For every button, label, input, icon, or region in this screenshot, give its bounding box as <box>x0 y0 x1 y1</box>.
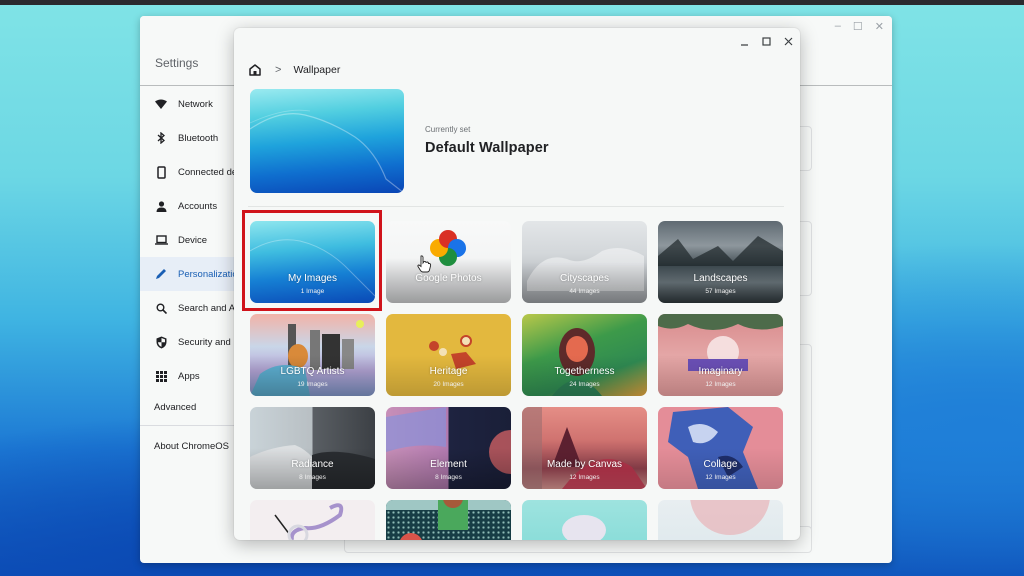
search-icon <box>154 301 168 315</box>
wifi-icon <box>154 97 168 111</box>
collection-name: Landscapes <box>693 273 748 284</box>
collection-count: 44 Images <box>569 288 600 295</box>
collection-count: 12 Images <box>705 381 736 388</box>
section-divider <box>248 206 784 207</box>
collection-partial[interactable] <box>522 500 647 540</box>
sidebar-item-search-assistant[interactable]: Search and As <box>140 291 240 325</box>
collection-imaginary[interactable]: Imaginary 12 Images <box>658 314 783 396</box>
collection-count: 12 Images <box>705 474 736 481</box>
collection-togetherness[interactable]: Togetherness 24 Images <box>522 314 647 396</box>
collection-heritage[interactable]: Heritage 20 Images <box>386 314 511 396</box>
sidebar-item-label: Personalizatio <box>178 268 238 280</box>
sidebar-item-network[interactable]: Network <box>140 87 240 121</box>
apps-grid-icon <box>154 369 168 383</box>
collection-partial[interactable] <box>250 500 375 540</box>
sidebar-item-label: Security and P <box>178 336 240 348</box>
sidebar-item-personalization[interactable]: Personalizatio <box>140 257 240 291</box>
currently-set-label: Currently set <box>425 125 471 134</box>
home-icon[interactable] <box>248 63 262 77</box>
collection-element[interactable]: Element 8 Images <box>386 407 511 489</box>
hand-cursor-icon <box>416 255 432 273</box>
collection-count: 12 Images <box>569 474 600 481</box>
laptop-icon <box>154 233 168 247</box>
close-button[interactable] <box>780 33 796 49</box>
collection-name: Togetherness <box>554 366 615 377</box>
breadcrumb-separator: > <box>275 64 282 76</box>
shield-icon <box>154 335 168 349</box>
collection-partial[interactable] <box>386 500 511 540</box>
collection-count: 19 Images <box>297 381 328 388</box>
collection-count: 57 Images <box>705 288 736 295</box>
sidebar-item-security-privacy[interactable]: Security and P <box>140 325 240 359</box>
collection-radiance[interactable]: Radiance 8 Images <box>250 407 375 489</box>
collection-cityscapes[interactable]: Cityscapes 44 Images <box>522 221 647 303</box>
collection-collage[interactable]: Collage 12 Images <box>658 407 783 489</box>
current-wallpaper-preview <box>250 89 404 193</box>
pencil-icon <box>154 267 168 281</box>
phone-icon <box>154 165 168 179</box>
collection-count: 8 Images <box>299 474 326 481</box>
sidebar-item-label: Accounts <box>178 200 218 212</box>
collection-name: Cityscapes <box>560 273 609 284</box>
collection-name: Radiance <box>291 459 334 470</box>
my-images-highlight <box>242 210 382 311</box>
bluetooth-icon <box>154 131 168 145</box>
sidebar-advanced[interactable]: Advanced <box>154 402 196 413</box>
maximize-icon[interactable]: ☐ <box>853 20 863 33</box>
settings-sidebar: Network Bluetooth Connected de Accounts … <box>140 87 240 563</box>
settings-title: Settings <box>155 56 199 70</box>
minimize-icon[interactable]: – <box>835 20 841 33</box>
person-icon <box>154 199 168 213</box>
collection-name: Collage <box>703 459 738 470</box>
sidebar-item-label: Bluetooth <box>178 132 219 144</box>
sidebar-item-label: Apps <box>178 370 200 382</box>
sidebar-item-label: Search and As <box>178 302 240 314</box>
collection-count: 20 Images <box>433 381 464 388</box>
collection-lgbtq-artists[interactable]: LGBTQ Artists 19 Images <box>250 314 375 396</box>
collection-name: Heritage <box>429 366 468 377</box>
sidebar-item-device[interactable]: Device <box>140 223 240 257</box>
maximize-button[interactable] <box>758 33 774 49</box>
settings-window-controls: – ☐ ✕ <box>835 20 884 33</box>
google-photos-icon <box>430 230 466 266</box>
sidebar-divider <box>140 425 240 426</box>
sidebar-item-label: Device <box>178 234 208 246</box>
collection-made-by-canvas[interactable]: Made by Canvas 12 Images <box>522 407 647 489</box>
collection-name: Made by Canvas <box>546 459 623 470</box>
collection-name: Google Photos <box>415 273 482 284</box>
collection-google-photos[interactable]: Google Photos <box>386 221 511 303</box>
sidebar-item-connected-devices[interactable]: Connected de <box>140 155 240 189</box>
collection-name: Imaginary <box>698 366 743 377</box>
collection-landscapes[interactable]: Landscapes 57 Images <box>658 221 783 303</box>
breadcrumb-current: Wallpaper <box>293 64 341 76</box>
collection-count: 24 Images <box>569 381 600 388</box>
sidebar-item-label: Connected de <box>178 166 238 178</box>
sidebar-item-label: Network <box>178 98 213 110</box>
collection-count: 8 Images <box>435 474 462 481</box>
collection-name: LGBTQ Artists <box>280 366 345 377</box>
breadcrumb: > Wallpaper <box>248 62 340 78</box>
sidebar-item-bluetooth[interactable]: Bluetooth <box>140 121 240 155</box>
current-wallpaper-name: Default Wallpaper <box>425 140 549 156</box>
collection-partial[interactable] <box>658 500 783 540</box>
minimize-button[interactable] <box>736 33 752 49</box>
collection-name: Element <box>430 459 467 470</box>
sidebar-about-chromeos[interactable]: About ChromeOS <box>154 441 229 452</box>
sidebar-item-apps[interactable]: Apps <box>140 359 240 393</box>
close-icon[interactable]: ✕ <box>875 20 884 33</box>
sidebar-item-accounts[interactable]: Accounts <box>140 189 240 223</box>
